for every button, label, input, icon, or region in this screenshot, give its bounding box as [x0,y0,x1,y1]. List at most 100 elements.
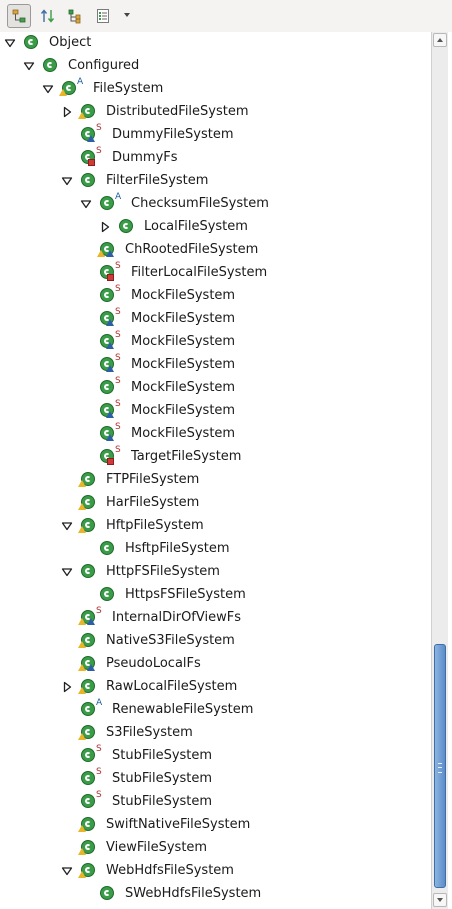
tree-row[interactable]: S DummyFs [0,147,432,169]
view-menu-button[interactable] [120,8,134,22]
view-toolbar [0,0,452,32]
show-hierarchy-button[interactable] [7,4,31,28]
tree-row[interactable]: FilterFileSystem [0,170,432,192]
tree-row[interactable]: WebHdfsFileSystem [0,860,432,882]
tree-row-label: DistributedFileSystem [106,104,249,119]
static-modifier-badge: S [115,376,121,386]
expanded-triangle-icon[interactable] [23,60,35,72]
tree-row-label: RawLocalFileSystem [106,679,238,694]
expanded-triangle-icon[interactable] [61,520,73,532]
warning-overlay-icon [78,687,86,694]
history-list-icon [97,9,109,23]
tree-row[interactable]: DistributedFileSystem [0,101,432,123]
tree-row[interactable]: PseudoLocalFs [0,653,432,675]
tree-row[interactable]: Configured [0,55,432,77]
history-button[interactable] [91,4,115,28]
expanded-triangle-icon[interactable] [61,865,73,877]
class-icon [24,35,40,51]
tree-row-label: StubFileSystem [112,771,213,786]
subtype-hierarchy-icon [68,9,81,24]
tree-row[interactable]: S MockFileSystem [0,308,432,330]
tree-row[interactable]: S StubFileSystem [0,791,432,813]
collapsed-triangle-icon[interactable] [99,221,111,233]
static-modifier-badge: S [96,123,102,133]
tree-row[interactable]: HsftpFileSystem [0,538,432,560]
warning-overlay-icon [78,503,86,510]
show-supertype-button[interactable] [36,4,60,28]
tree-row[interactable]: LocalFileSystem [0,216,432,238]
abstract-modifier-badge: A [96,698,103,708]
scroll-up-button[interactable] [433,33,447,47]
scroll-thumb[interactable] [434,644,446,888]
static-modifier-badge: S [96,744,102,754]
tree-row[interactable]: S StubFileSystem [0,768,432,790]
class-icon [81,564,97,580]
tree-row[interactable]: S3FileSystem [0,722,432,744]
tree-row-label: ChecksumFileSystem [131,196,269,211]
expanded-triangle-icon[interactable] [4,37,16,49]
tree-row[interactable]: S MockFileSystem [0,423,432,445]
class-icon: S [81,745,102,764]
tree-row[interactable]: RawLocalFileSystem [0,676,432,698]
tree-row[interactable]: S TargetFileSystem [0,446,432,468]
warning-overlay-icon [78,733,86,740]
tree-row-label: MockFileSystem [131,357,236,372]
class-icon: S [81,124,102,143]
static-modifier-badge: S [115,445,121,455]
type-hierarchy-icon [12,9,26,23]
tree-row-label: SwiftNativeFileSystem [106,817,251,832]
tree-row[interactable]: SWebHdfsFileSystem [0,883,432,905]
tree-row[interactable]: S MockFileSystem [0,331,432,353]
tree-row[interactable]: A ChecksumFileSystem [0,193,432,215]
tree-row[interactable]: NativeS3FileSystem [0,630,432,652]
tree-row[interactable]: HftpFileSystem [0,515,432,537]
tree-row[interactable]: S MockFileSystem [0,400,432,422]
expanded-triangle-icon[interactable] [80,198,92,210]
tree-row[interactable]: HttpFSFileSystem [0,561,432,583]
class-icon: S [100,377,121,396]
class-icon [78,679,97,695]
tree-row[interactable]: A RenewableFileSystem [0,699,432,721]
tree-row-label: HftpFileSystem [106,518,204,533]
tree-row[interactable]: S FilterLocalFileSystem [0,262,432,284]
class-icon: S [78,607,102,626]
warning-overlay-icon [78,112,86,119]
class-icon: S [100,308,121,327]
tree-row[interactable]: HarFileSystem [0,492,432,514]
class-icon: S [81,147,102,166]
tree-row[interactable]: FTPFileSystem [0,469,432,491]
type-hierarchy-tree[interactable]: Object Configured A FileSystem DistributedFi… [0,32,452,909]
tree-row[interactable]: ViewFileSystem [0,837,432,859]
static-modifier-badge: S [115,399,121,409]
tree-row[interactable]: A FileSystem [0,78,432,100]
tree-row-label: Configured [68,58,140,73]
expanded-triangle-icon[interactable] [61,566,73,578]
scroll-down-button[interactable] [433,893,447,907]
expanded-triangle-icon[interactable] [61,175,73,187]
show-subtype-button[interactable] [63,4,87,28]
class-icon: A [59,78,83,97]
tree-row[interactable]: S MockFileSystem [0,377,432,399]
tree-row-label: MockFileSystem [131,288,236,303]
warning-overlay-icon [78,848,86,855]
tree-row-label: FTPFileSystem [106,472,200,487]
collapsed-triangle-icon[interactable] [61,106,73,118]
expanded-triangle-icon[interactable] [42,83,54,95]
tree-row[interactable]: Object [0,32,432,54]
tree-row[interactable]: HttpsFSFileSystem [0,584,432,606]
vertical-scrollbar[interactable] [431,32,448,909]
tree-row[interactable]: S MockFileSystem [0,354,432,376]
static-modifier-badge: S [115,330,121,340]
tree-row[interactable]: S DummyFileSystem [0,124,432,146]
tree-row[interactable]: ChRootedFileSystem [0,239,432,261]
collapsed-triangle-icon[interactable] [61,681,73,693]
tree-row[interactable]: S StubFileSystem [0,745,432,767]
class-icon [78,633,97,649]
warning-overlay-icon [78,526,86,533]
class-icon [97,242,116,258]
tree-row[interactable]: S MockFileSystem [0,285,432,307]
supertype-hierarchy-icon [40,9,55,23]
tree-row[interactable]: S InternalDirOfViewFs [0,607,432,629]
tree-row-label: InternalDirOfViewFs [112,610,241,625]
tree-row[interactable]: SwiftNativeFileSystem [0,814,432,836]
